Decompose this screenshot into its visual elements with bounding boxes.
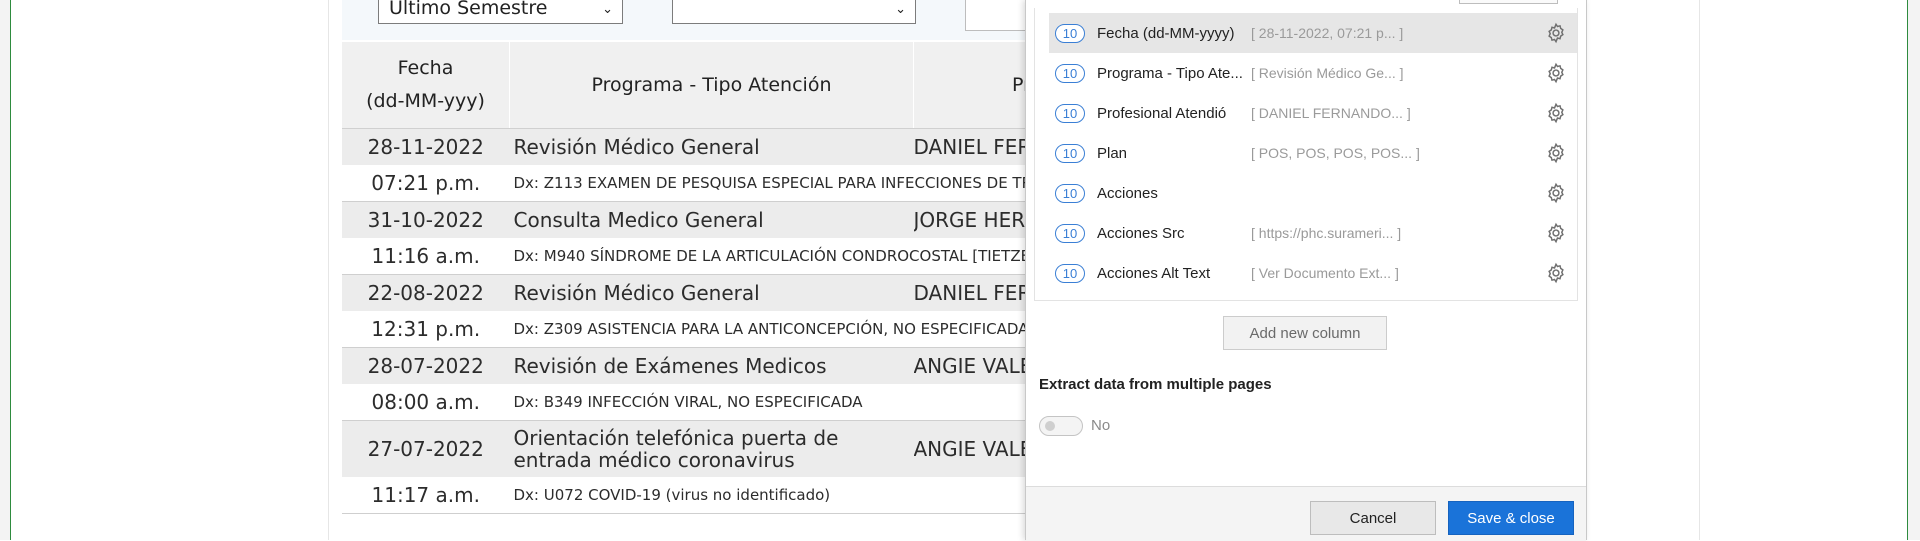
column-count-badge: 10	[1055, 263, 1085, 283]
table-row: 22-08-2022 Revisión Médico General DANIE…	[342, 274, 1122, 311]
table-row: 08:00 a.m. Dx: B349 INFECCIÓN VIRAL, NO …	[342, 384, 1122, 421]
column-row-profesional[interactable]: 10 Profesional Atendió [ DANIEL FERNANDO…	[1049, 93, 1577, 133]
column-list: 10 Fecha (dd-MM-yyyy) [ 28-11-2022, 07:2…	[1034, 8, 1578, 301]
column-preview: [ Ver Documento Ext... ]	[1251, 265, 1399, 281]
spreadsheet-left-edge	[0, 0, 11, 540]
table-row: 27-07-2022 Orientación telefónica puerta…	[342, 420, 1122, 477]
record-time: 11:17 a.m.	[342, 477, 510, 514]
secondary-select[interactable]: ⌄	[672, 0, 916, 24]
record-program: Revisión de Exámenes Medicos	[509, 347, 914, 384]
table-row: 12:31 p.m. Dx: Z309 ASISTENCIA PARA LA A…	[342, 311, 1122, 348]
table-row: 07:21 p.m. Dx: Z113 EXAMEN DE PESQUISA E…	[342, 165, 1122, 202]
column-name: Plan	[1097, 144, 1128, 162]
record-date: 27-07-2022	[342, 420, 510, 477]
record-time: 12:31 p.m.	[342, 311, 510, 348]
table-row: 31-10-2022 Consulta Medico General JORGE…	[342, 201, 1122, 238]
record-date: 28-07-2022	[342, 347, 510, 384]
column-name: Fecha (dd-MM-yyyy)	[1097, 24, 1235, 42]
multi-page-toggle[interactable]	[1039, 416, 1083, 436]
column-row-acciones[interactable]: 10 Acciones	[1049, 173, 1577, 213]
column-preview: [ https://phc.surameri... ]	[1251, 225, 1402, 241]
multi-page-toggle-label: No	[1091, 417, 1111, 434]
header-programa: Programa - Tipo Atención	[509, 42, 914, 129]
column-row-fecha[interactable]: 10 Fecha (dd-MM-yyyy) [ 28-11-2022, 07:2…	[1049, 13, 1577, 53]
column-preview: [ Revisión Médico Ge... ]	[1251, 65, 1404, 81]
record-time: 11:16 a.m.	[342, 238, 510, 275]
column-row-acciones-alt-text[interactable]: 10 Acciones Alt Text [ Ver Documento Ext…	[1049, 253, 1577, 293]
gear-icon[interactable]	[1545, 142, 1567, 164]
column-name: Programa - Tipo Ate...	[1097, 64, 1243, 82]
toggle-knob	[1045, 421, 1055, 431]
cancel-button[interactable]: Cancel	[1310, 501, 1436, 535]
record-date: 22-08-2022	[342, 274, 510, 311]
record-date: 28-11-2022	[342, 128, 510, 165]
spreadsheet-right-edge	[1907, 0, 1920, 540]
column-row-acciones-src[interactable]: 10 Acciones Src [ https://phc.surameri..…	[1049, 213, 1577, 253]
column-preview: [ 28-11-2022, 07:21 p... ]	[1251, 25, 1404, 41]
save-and-close-button[interactable]: Save & close	[1448, 501, 1574, 535]
column-count-badge: 10	[1055, 103, 1085, 123]
column-name: Acciones	[1097, 184, 1158, 202]
column-name: Acciones Alt Text	[1097, 264, 1211, 282]
column-count-badge: 10	[1055, 183, 1085, 203]
gear-icon[interactable]	[1545, 262, 1567, 284]
column-preview: [ POS, POS, POS, POS... ]	[1251, 145, 1420, 161]
multi-page-title: Extract data from multiple pages	[1039, 376, 1272, 393]
chevron-down-icon: ⌄	[602, 2, 613, 17]
column-config-dialog: 10 Fecha (dd-MM-yyyy) [ 28-11-2022, 07:2…	[1025, 0, 1587, 541]
period-select[interactable]: Ultimo Semestre ⌄	[378, 0, 623, 24]
table-row: 28-11-2022 Revisión Médico General DANIE…	[342, 128, 1122, 165]
column-preview: [ DANIEL FERNANDO... ]	[1251, 105, 1411, 121]
chevron-down-icon: ⌄	[895, 2, 906, 17]
gear-icon[interactable]	[1545, 222, 1567, 244]
header-fecha-line2: (dd-MM-yyy)	[366, 90, 485, 112]
record-date: 31-10-2022	[342, 201, 510, 238]
table-row: 28-07-2022 Revisión de Exámenes Medicos …	[342, 347, 1122, 384]
column-count-badge: 10	[1055, 23, 1085, 43]
gear-icon[interactable]	[1545, 182, 1567, 204]
add-new-column-button[interactable]: Add new column	[1223, 316, 1387, 350]
record-program: Revisión Médico General	[509, 128, 914, 165]
column-name: Profesional Atendió	[1097, 104, 1227, 122]
gear-icon[interactable]	[1545, 22, 1567, 44]
gear-icon[interactable]	[1545, 62, 1567, 84]
record-program: Orientación telefónica puerta de entrada…	[509, 420, 914, 477]
table-row: 11:16 a.m. Dx: M940 SÍNDROME DE LA ARTIC…	[342, 238, 1122, 275]
record-program: Consulta Medico General	[509, 201, 914, 238]
record-time: 08:00 a.m.	[342, 384, 510, 421]
dialog-top-button[interactable]	[1459, 0, 1558, 4]
column-row-plan[interactable]: 10 Plan [ POS, POS, POS, POS... ]	[1049, 133, 1577, 173]
period-select-value: Ultimo Semestre	[389, 0, 548, 19]
record-program: Revisión Médico General	[509, 274, 914, 311]
table-row: 11:17 a.m. Dx: U072 COVID-19 (virus no i…	[342, 477, 1122, 514]
column-count-badge: 10	[1055, 63, 1085, 83]
column-row-programa[interactable]: 10 Programa - Tipo Ate... [ Revisión Méd…	[1049, 53, 1577, 93]
header-fecha-line1: Fecha	[397, 57, 454, 79]
filter-input[interactable]	[965, 0, 1027, 31]
gear-icon[interactable]	[1545, 102, 1567, 124]
header-fecha: Fecha (dd-MM-yyy)	[342, 42, 510, 129]
record-time: 07:21 p.m.	[342, 165, 510, 202]
attention-history-table: Fecha (dd-MM-yyy) Programa - Tipo Atenci…	[342, 42, 1122, 514]
column-count-badge: 10	[1055, 143, 1085, 163]
column-name: Acciones Src	[1097, 224, 1185, 242]
column-count-badge: 10	[1055, 223, 1085, 243]
